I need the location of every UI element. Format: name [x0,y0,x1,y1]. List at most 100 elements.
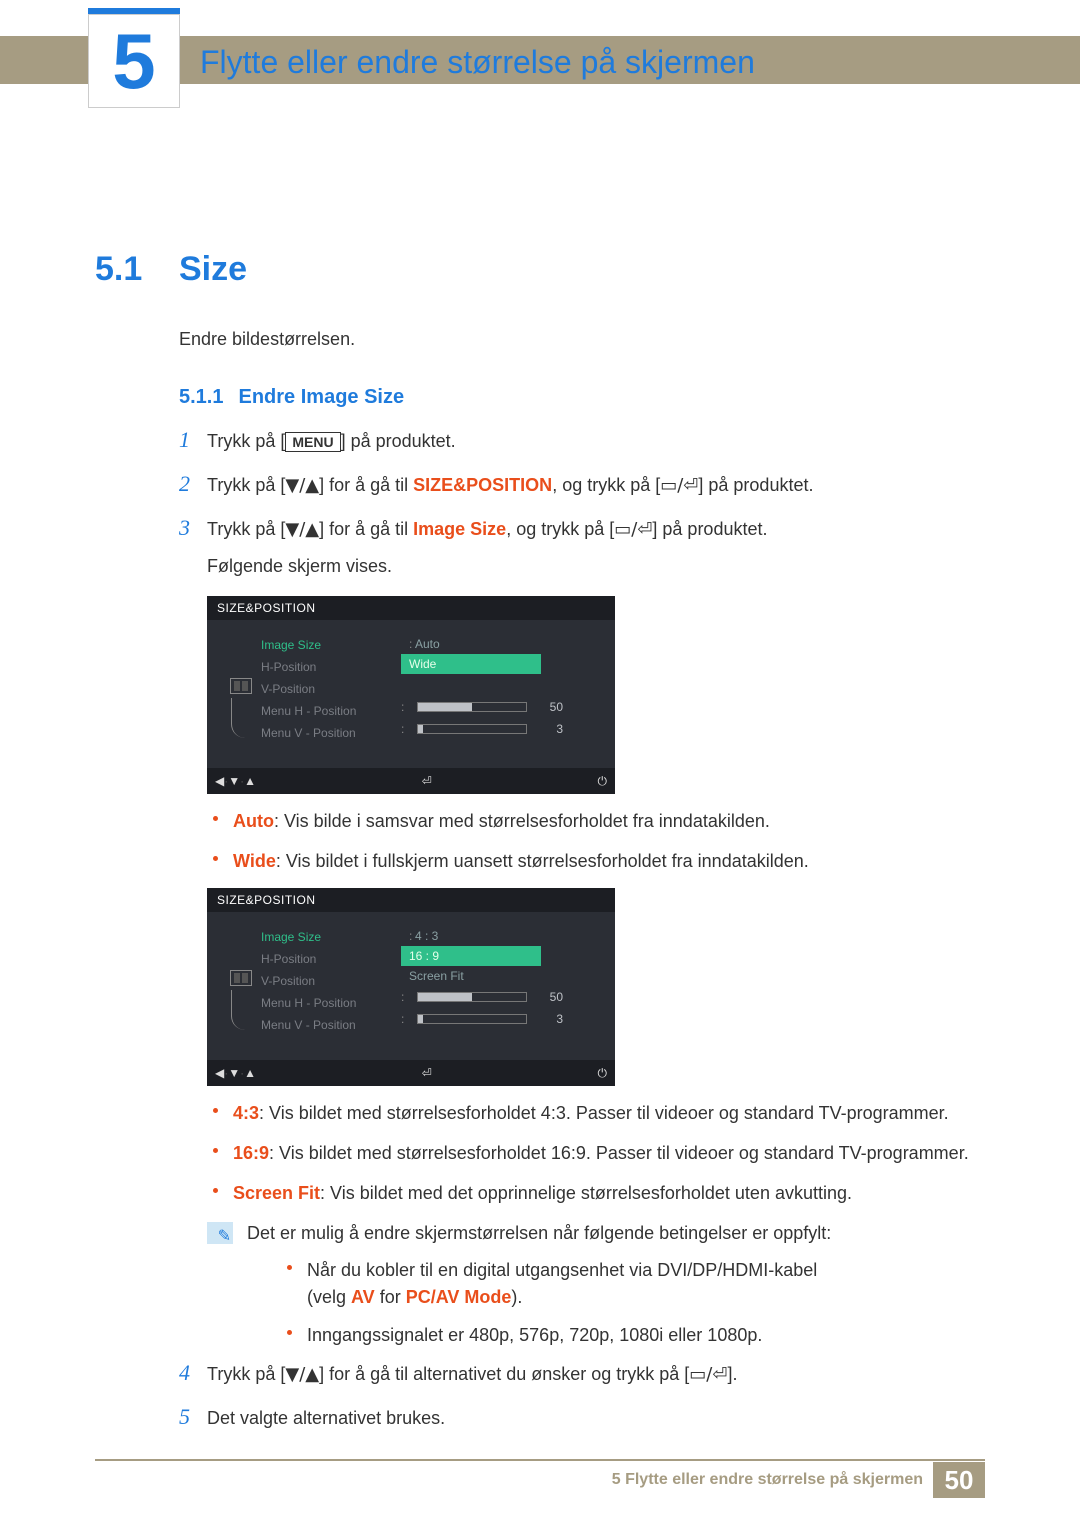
osd-label: H-Position [261,948,401,970]
label: 4:3 [233,1103,259,1123]
osd-label: Image Size [261,634,401,656]
slider [417,702,527,712]
chapter-title: Flytte eller endre størrelse på skjermen [200,44,755,81]
text: : Vis bilde i samsvar med størrelsesforh… [274,811,770,831]
osd-body: Image Size H-Position V-Position Menu H … [207,620,615,768]
text: ] for å gå til alternativet du ønsker og… [319,1364,689,1384]
osd-panel: SIZE&POSITION Image Size H-Position V-Po… [207,888,615,1086]
osd-label: Menu V - Position [261,1014,401,1036]
osd-footer: ◀· ▼· ▲ ⏎ ⏻ [207,768,615,794]
position-icon [230,970,252,986]
note-text: Det er mulig å endre skjermstørrelsen nå… [247,1220,985,1247]
step-3: 3 Trykk på [▼/▲] for å gå til Image Size… [179,515,985,580]
osd-title: SIZE&POSITION [207,596,615,620]
bullet-169: 16:9: Vis bildet med størrelsesforholdet… [207,1140,985,1166]
chapter-number: 5 [112,22,155,100]
slider-value: 3 [537,722,563,736]
text: Trykk på [ [207,1364,285,1384]
position-icon [230,678,252,694]
bullet-auto: Auto: Vis bilde i samsvar med størrelses… [207,808,985,834]
left-icon: ◀ [215,774,224,788]
text: : Vis bildet med det opprinnelige større… [320,1183,852,1203]
osd-label: V-Position [261,678,401,700]
left-icon: ◀ [215,1066,224,1080]
note-block: Det er mulig å endre skjermstørrelsen nå… [207,1220,985,1247]
text: Trykk på [ [207,431,285,451]
bullet-fit: Screen Fit: Vis bildet med det opprinnel… [207,1180,985,1206]
text: (velg [307,1287,351,1307]
label: 16:9 [233,1143,269,1163]
osd-slider-row: : 50 [401,696,601,718]
step-body: Det valgte alternativet brukes. [207,1405,985,1432]
text: 4 : 3 [415,929,438,943]
slider [417,724,527,734]
osd-label: V-Position [261,970,401,992]
note-bullet-1: Når du kobler til en digital utgangsenhe… [281,1257,985,1309]
osd-label: Menu H - Position [261,700,401,722]
target-label: SIZE&POSITION [413,475,552,495]
enter-icon: ▭/⏎ [689,1364,727,1385]
step-body: Trykk på [▼/▲] for å gå til alternativet… [207,1361,985,1388]
bullet-list-1: Auto: Vis bilde i samsvar med størrelses… [207,808,985,874]
osd-option-169: 16 : 9 [401,946,541,966]
osd-label: H-Position [261,656,401,678]
subsection-title: Endre Image Size [239,386,405,408]
osd-body: Image Size H-Position V-Position Menu H … [207,912,615,1060]
section-heading: 5.1 Size [95,250,985,289]
page-number: 50 [933,1462,985,1498]
note-bullet-2: Inngangssignalet er 480p, 576p, 720p, 10… [281,1322,985,1348]
label: Auto [233,811,274,831]
osd-options: :4 : 3 16 : 9 Screen Fit [401,926,601,986]
chapter-number-box: 5 [88,8,180,108]
slider-value: 50 [537,700,563,714]
mode-label: PC/AV Mode [406,1287,512,1307]
text: Auto [415,637,440,651]
decor-arc [231,990,251,1030]
step-number: 4 [179,1360,207,1386]
note-icon [207,1222,233,1244]
osd-title: SIZE&POSITION [207,888,615,912]
text: : Vis bildet med størrelsesforholdet 4:3… [259,1103,949,1123]
label: Wide [233,851,276,871]
enter-icon: ⏎ [422,774,432,788]
step-list: 1 Trykk på [MENU] på produktet. 2 Trykk … [179,427,985,580]
step-number: 3 [179,515,207,541]
step-number: 2 [179,471,207,497]
slider-value: 3 [537,1012,563,1026]
osd-screenshot-2: SIZE&POSITION Image Size H-Position V-Po… [207,888,985,1086]
menu-button-label: MENU [285,432,340,452]
osd-label: Image Size [261,926,401,948]
av-label: AV [351,1287,375,1307]
subsection-heading: 5.1.1 Endre Image Size [179,386,985,409]
slider [417,1014,527,1024]
step-5: 5 Det valgte alternativet brukes. [179,1404,985,1432]
osd-screenshot-1: SIZE&POSITION Image Size H-Position V-Po… [207,596,985,794]
subsection-number: 5.1.1 [179,386,223,408]
text: Når du kobler til en digital utgangsenhe… [307,1260,817,1280]
down-icon: ▼ [228,1066,240,1080]
osd-left-column [221,634,261,744]
osd-labels: Image Size H-Position V-Position Menu H … [261,634,401,744]
step-number: 5 [179,1404,207,1430]
osd-label: Menu V - Position [261,722,401,744]
osd-option-auto: :Auto [401,634,541,654]
footer-label: 5 Flytte eller endre størrelse på skjerm… [612,1471,923,1489]
step-1: 1 Trykk på [MENU] på produktet. [179,427,985,455]
section-intro: Endre bildestørrelsen. [179,329,985,350]
osd-slider-row: : 3 [401,718,601,740]
step-body: Trykk på [▼/▲] for å gå til Image Size, … [207,516,985,580]
bullet-wide: Wide: Vis bildet i fullskjerm uansett st… [207,848,985,874]
text: for [375,1287,406,1307]
text: Trykk på [ [207,519,285,539]
text: , og trykk på [ [552,475,660,495]
bullet-43: 4:3: Vis bildet med størrelsesforholdet … [207,1100,985,1126]
page-footer: 5 Flytte eller endre størrelse på skjerm… [95,1459,985,1499]
text: ). [511,1287,522,1307]
step-body: Trykk på [MENU] på produktet. [207,428,985,455]
osd-option-43: :4 : 3 [401,926,541,946]
osd-labels: Image Size H-Position V-Position Menu H … [261,926,401,1036]
osd-slider-row: : 50 [401,986,601,1008]
text: ] på produktet. [652,519,767,539]
step-4: 4 Trykk på [▼/▲] for å gå til alternativ… [179,1360,985,1388]
text: ]. [727,1364,737,1384]
